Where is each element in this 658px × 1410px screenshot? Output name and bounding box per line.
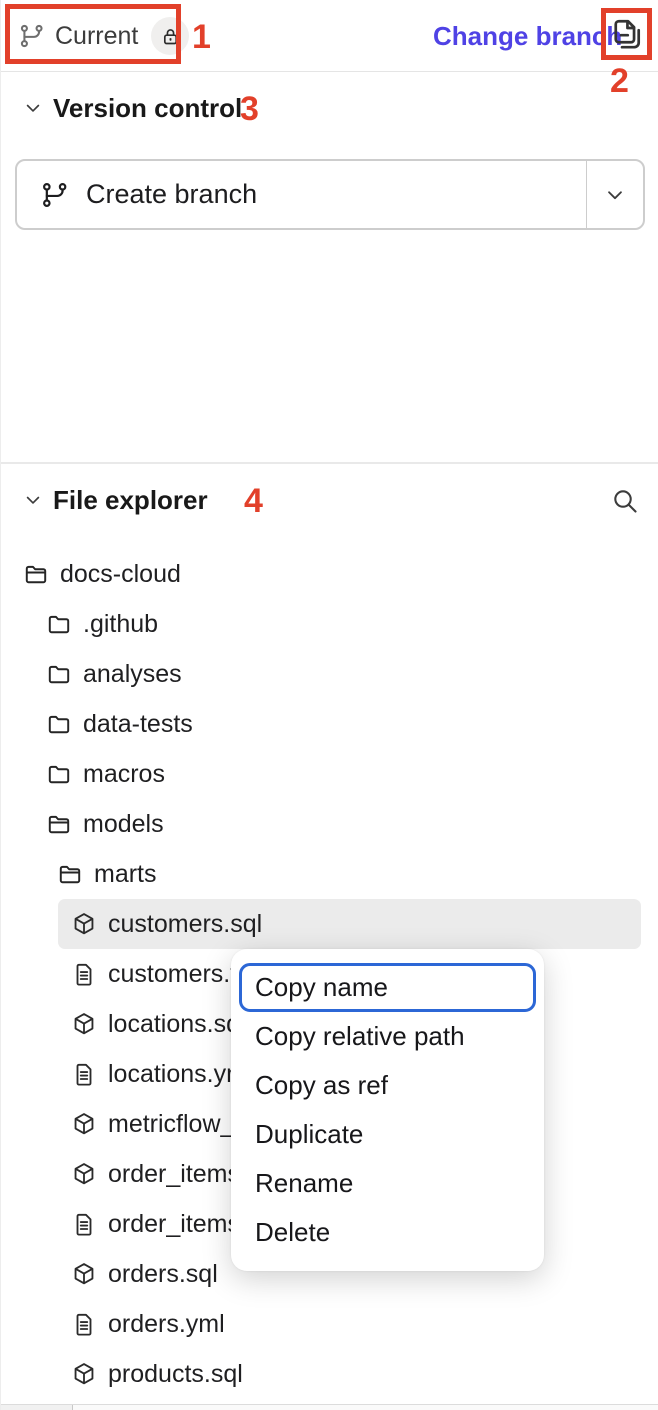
create-branch-dropdown-button[interactable] [587,161,643,228]
menu-item-rename[interactable]: Rename [239,1159,536,1208]
lock-icon [160,26,181,47]
tree-item-marts[interactable]: marts [1,849,658,899]
tree-item-orders-yml[interactable]: orders.yml [1,1299,658,1349]
tree-item-models[interactable]: models [1,799,658,849]
file-search-button[interactable] [608,484,642,518]
tree-item-analyses[interactable]: analyses [1,649,658,699]
tree-item-label: analyses [83,660,182,689]
file-explorer-title: File explorer [53,485,208,516]
bottom-panel-right-segment [73,1405,658,1410]
tree-item-label: docs-cloud [60,560,181,589]
tree-item-label: .github [83,610,158,639]
tree-item-label: macros [83,760,165,789]
model-cube-icon [71,911,97,937]
tree-item-label: models [83,810,164,839]
current-branch-label: Current [55,22,138,51]
tree-item-macros[interactable]: macros [1,749,658,799]
model-cube-icon [71,1111,97,1137]
tree-item-github[interactable]: .github [1,599,658,649]
tree-item-label: orders.yml [108,1310,225,1339]
menu-item-copy-name[interactable]: Copy name [239,963,536,1012]
search-icon [611,487,639,515]
tree-item-products-sql[interactable]: products.sql [1,1349,658,1399]
section-divider [1,462,658,464]
yaml-file-icon [71,1311,97,1337]
bottom-panel-left-segment [1,1405,73,1410]
branch-lock-badge [151,17,189,55]
tree-item-label: products.sql [108,1360,243,1389]
version-control-title: Version control [53,93,242,124]
change-branch-link[interactable]: Change branch [433,21,622,52]
current-branch-selector[interactable]: Current [19,15,189,57]
version-control-header[interactable]: Version control [1,90,658,126]
yaml-file-icon [71,961,97,987]
menu-item-copy-as-ref[interactable]: Copy as ref [239,1061,536,1110]
branch-toolbar: Current Change branch [1,0,658,72]
folder-icon [46,711,72,737]
tree-item-label: customers.sql [108,910,262,939]
folder-icon [46,611,72,637]
file-explorer-header[interactable]: File explorer [1,482,658,518]
git-branch-icon [41,181,69,209]
yaml-file-icon [71,1061,97,1087]
menu-item-delete[interactable]: Delete [239,1208,536,1257]
folder-icon [46,661,72,687]
ide-sidebar: Current Change branch 1 2 3 4 Version co… [0,0,658,1410]
tree-item-label: marts [94,860,157,889]
create-branch-label: Create branch [86,179,257,210]
model-cube-icon [71,1361,97,1387]
model-cube-icon [71,1261,97,1287]
create-branch-split-button: Create branch [15,159,645,230]
create-branch-button[interactable]: Create branch [17,161,586,228]
tree-item-docs-cloud[interactable]: docs-cloud [1,549,658,599]
git-branch-icon [19,23,45,49]
bottom-panel-edge [1,1404,658,1410]
menu-item-copy-relative-path[interactable]: Copy relative path [239,1012,536,1061]
chevron-down-icon [23,490,43,510]
folder-open-icon [23,561,49,587]
tree-item-customers-sql[interactable]: customers.sql [58,899,641,949]
tree-item-label: locations.sql [108,1010,246,1039]
menu-item-duplicate[interactable]: Duplicate [239,1110,536,1159]
folder-open-icon [46,811,72,837]
chevron-down-icon [23,98,43,118]
copy-branch-name-button[interactable] [609,16,645,52]
folder-open-icon [57,861,83,887]
file-context-menu: Copy name Copy relative path Copy as ref… [231,949,544,1271]
tree-item-label: data-tests [83,710,193,739]
model-cube-icon [71,1011,97,1037]
tree-item-data-tests[interactable]: data-tests [1,699,658,749]
copy-icon [609,16,645,52]
model-cube-icon [71,1161,97,1187]
tree-item-label: orders.sql [108,1260,218,1289]
chevron-down-icon [604,184,626,206]
folder-icon [46,761,72,787]
yaml-file-icon [71,1211,97,1237]
